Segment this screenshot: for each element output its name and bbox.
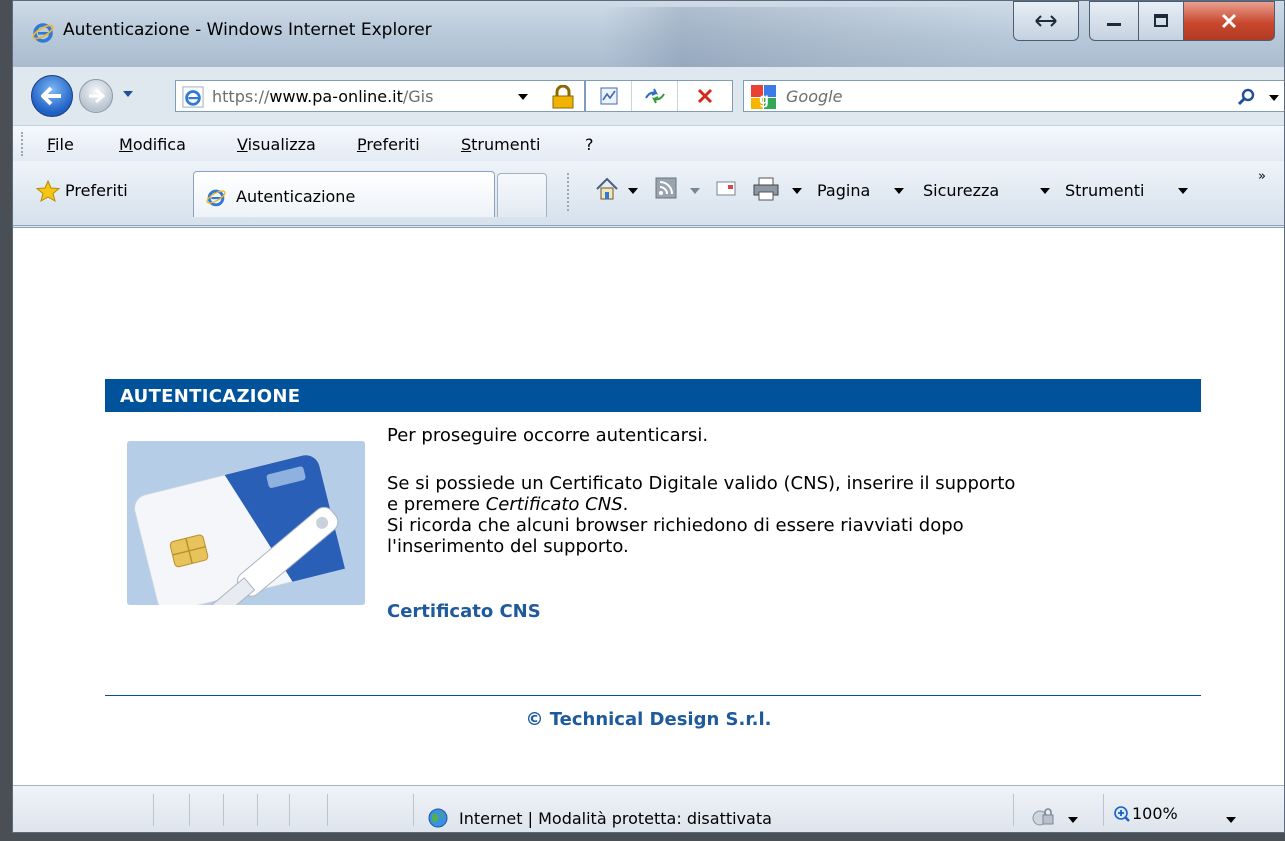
address-tools <box>585 80 733 112</box>
section-title: AUTENTICAZIONE <box>120 386 301 407</box>
maximize-button[interactable] <box>1138 1 1184 41</box>
command-bar-grip <box>567 173 573 211</box>
close-button[interactable] <box>1183 1 1275 41</box>
recent-pages-dropdown-icon[interactable] <box>121 89 135 99</box>
new-tab-button[interactable] <box>497 173 547 217</box>
back-button[interactable] <box>31 75 73 117</box>
status-separator <box>257 794 258 826</box>
search-box[interactable]: g Google <box>743 80 1284 112</box>
tools-menu-button[interactable]: Strumenti <box>1065 181 1144 200</box>
menu-grip <box>21 132 27 156</box>
smart-card-illustration <box>127 441 365 605</box>
menu-visualizza[interactable]: Visualizza <box>237 135 316 154</box>
arrow-right-icon <box>89 88 105 104</box>
smart-card-key-icon <box>127 441 365 605</box>
status-separator <box>1013 794 1014 826</box>
page-ie-icon <box>182 86 204 108</box>
stop-x-icon <box>697 88 713 104</box>
ie-logo-icon <box>32 23 54 43</box>
menu-strumenti[interactable]: Strumenti <box>461 135 540 154</box>
security-zone-icon[interactable] <box>1031 806 1057 828</box>
minimize-button[interactable] <box>1089 1 1139 41</box>
lock-icon[interactable] <box>550 85 576 109</box>
rss-feed-icon[interactable] <box>653 175 679 201</box>
tab-label: Autenticazione <box>236 187 356 206</box>
status-separator <box>153 794 154 826</box>
zoom-magnifier-icon[interactable] <box>1113 805 1131 823</box>
refresh-icon <box>644 88 665 104</box>
status-separator <box>1103 794 1104 826</box>
url-text[interactable]: https://www.pa-online.it/Gis <box>212 87 433 106</box>
compatibility-view-icon <box>600 87 617 105</box>
url-host: www.pa-online.it <box>269 87 403 106</box>
stop-button[interactable] <box>678 81 732 111</box>
search-icon[interactable] <box>1237 87 1257 107</box>
resize-arrows-icon <box>1035 15 1057 27</box>
section-header-bar: AUTENTICAZIONE <box>105 379 1201 412</box>
svg-text:g: g <box>759 91 769 108</box>
tab-autenticazione[interactable]: Autenticazione <box>193 171 495 217</box>
google-icon: g <box>751 85 776 109</box>
search-placeholder: Google <box>786 87 843 106</box>
menu-file[interactable]: File <box>47 135 74 154</box>
home-dropdown-icon[interactable] <box>627 187 639 195</box>
intro-text: Per proseguire occorre autenticarsi. <box>387 425 709 446</box>
page-dropdown-icon[interactable] <box>893 187 905 195</box>
security-dropdown-icon[interactable] <box>1039 187 1051 195</box>
url-scheme: https:// <box>212 87 270 106</box>
feed-dropdown-icon[interactable] <box>689 187 701 195</box>
protected-mode-status[interactable]: Internet | Modalità protetta: disattivat… <box>459 809 772 828</box>
zone-dropdown-icon[interactable] <box>1067 816 1079 824</box>
tab-ie-icon <box>206 189 226 207</box>
internet-zone-globe-icon <box>428 808 448 828</box>
menu-preferiti[interactable]: Preferiti <box>357 135 420 154</box>
arrow-left-icon <box>41 86 61 106</box>
fullscreen-toggle-button[interactable] <box>1013 1 1079 41</box>
mail-icon[interactable] <box>713 175 739 201</box>
reminder-line-2: l'inserimento del supporto. <box>387 536 629 557</box>
security-menu-button[interactable]: Sicurezza <box>923 181 999 200</box>
instruction-emphasis: Certificato CNS <box>485 494 623 515</box>
instruction-suffix: . <box>622 494 629 515</box>
blurred-region <box>603 7 1003 67</box>
status-separator <box>413 794 414 826</box>
minimize-icon <box>1107 23 1121 26</box>
url-path: /Gis <box>402 87 434 106</box>
instruction-line-1: Se si possiede un Certificato Digitale v… <box>387 473 1016 494</box>
forward-button[interactable] <box>79 79 113 113</box>
menu-modifica[interactable]: Modifica <box>119 135 186 154</box>
compatibility-button[interactable] <box>586 81 632 111</box>
address-dropdown-icon[interactable] <box>516 92 530 102</box>
instruction-prefix: e premere <box>387 494 486 515</box>
zoom-level[interactable]: 100% <box>1132 804 1178 823</box>
favorites-button[interactable]: Preferiti <box>65 181 128 200</box>
refresh-button[interactable] <box>632 81 678 111</box>
print-icon[interactable] <box>751 175 781 203</box>
footer-divider <box>105 695 1201 696</box>
certificate-cns-link[interactable]: Certificato CNS <box>387 601 541 622</box>
favorites-star-icon[interactable] <box>35 179 61 203</box>
home-icon[interactable] <box>593 175 621 203</box>
status-separator <box>289 794 290 826</box>
maximize-icon <box>1154 14 1168 27</box>
window-title: Autenticazione - Windows Internet Explor… <box>63 20 432 40</box>
print-dropdown-icon[interactable] <box>791 187 803 195</box>
reminder-line-1: Si ricorda che alcuni browser richiedono… <box>387 515 964 536</box>
zoom-dropdown-icon[interactable] <box>1225 816 1237 824</box>
menu-help[interactable]: ? <box>585 135 594 154</box>
status-separator <box>223 794 224 826</box>
toolbar-overflow-chevron-icon[interactable]: » <box>1258 169 1266 184</box>
tools-dropdown-icon[interactable] <box>1177 187 1189 195</box>
status-separator <box>189 794 190 826</box>
browser-window: Autenticazione - Windows Internet Explor… <box>12 0 1285 833</box>
menu-bar: File Modifica Visualizza Preferiti Strum… <box>13 125 1284 162</box>
copyright-footer: © Technical Design S.r.l. <box>525 709 772 730</box>
status-separator <box>327 794 328 826</box>
address-bar[interactable]: https://www.pa-online.it/Gis <box>175 80 585 112</box>
close-icon <box>1221 13 1237 29</box>
page-content: AUTENTICAZIONE Per proseguire occorre au… <box>13 227 1284 785</box>
search-dropdown-icon[interactable] <box>1267 93 1281 103</box>
page-menu-button[interactable]: Pagina <box>817 181 870 200</box>
instruction-line-2: e premere Certificato CNS. <box>387 494 628 515</box>
